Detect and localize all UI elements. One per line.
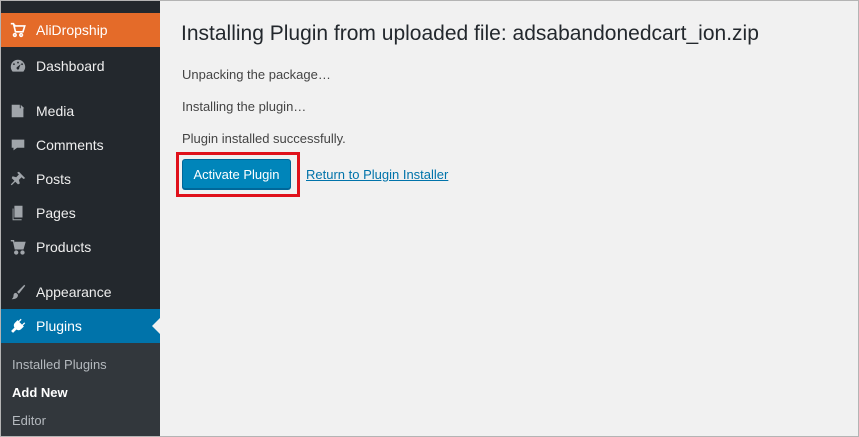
dashboard-icon <box>8 56 28 76</box>
sidebar-item-alidropship[interactable]: AliDropship <box>1 13 160 47</box>
media-icon <box>8 101 28 121</box>
main-content: Installing Plugin from uploaded file: ad… <box>160 1 858 436</box>
comments-icon <box>8 135 28 155</box>
sidebar-item-pages[interactable]: Pages <box>1 196 160 230</box>
sidebar-item-label: AliDropship <box>36 22 108 38</box>
cart-icon <box>8 20 28 40</box>
sidebar-item-appearance[interactable]: Appearance <box>1 275 160 309</box>
sidebar-item-label: Plugins <box>36 318 82 334</box>
sidebar-item-label: Media <box>36 103 75 119</box>
sidebar-item-label: Products <box>36 239 92 255</box>
sidebar-item-label: Dashboard <box>36 58 105 74</box>
current-menu-arrow <box>152 318 160 334</box>
return-to-plugin-installer-link[interactable]: Return to Plugin Installer <box>306 167 448 182</box>
sidebar-item-media[interactable]: Media <box>1 94 160 128</box>
status-message-installing: Installing the plugin… <box>182 99 307 114</box>
activate-plugin-button[interactable]: Activate Plugin <box>182 159 291 189</box>
submenu-installed-plugins[interactable]: Installed Plugins <box>12 357 107 372</box>
sidebar-item-label: Appearance <box>36 284 112 300</box>
status-message-success: Plugin installed successfully. <box>182 131 346 146</box>
sidebar-item-comments[interactable]: Comments <box>1 128 160 162</box>
status-message-unpacking: Unpacking the package… <box>182 67 331 82</box>
sidebar-item-dashboard[interactable]: Dashboard <box>1 49 160 83</box>
submenu-add-new[interactable]: Add New <box>12 385 68 400</box>
plugins-submenu: Installed Plugins Add New Editor <box>1 343 160 436</box>
plug-icon <box>8 316 28 336</box>
admin-sidebar: AliDropship Dashboard Media Comments Pos <box>1 1 160 436</box>
sidebar-item-label: Posts <box>36 171 72 187</box>
pages-icon <box>8 203 28 223</box>
sidebar-item-label: Comments <box>36 137 104 153</box>
sidebar-item-posts[interactable]: Posts <box>1 162 160 196</box>
sidebar-item-products[interactable]: Products <box>1 230 160 264</box>
sidebar-item-plugins[interactable]: Plugins <box>1 309 160 343</box>
page-title: Installing Plugin from uploaded file: ad… <box>181 22 759 45</box>
submenu-editor[interactable]: Editor <box>12 413 46 428</box>
pin-icon <box>8 169 28 189</box>
window: AliDropship Dashboard Media Comments Pos <box>0 0 859 437</box>
sidebar-item-label: Pages <box>36 205 76 221</box>
brush-icon <box>8 282 28 302</box>
cart-icon <box>8 237 28 257</box>
